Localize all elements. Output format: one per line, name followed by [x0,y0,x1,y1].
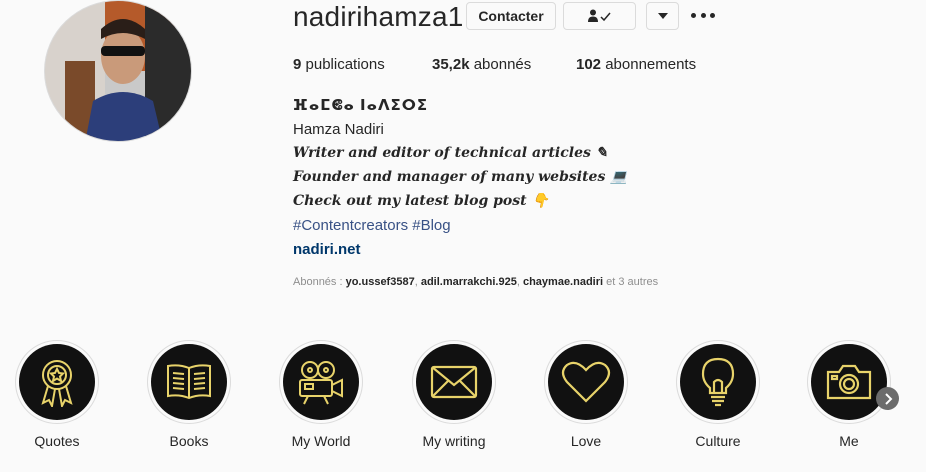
highlight-label: My writing [422,433,486,449]
highlight-culture[interactable]: Culture [673,340,763,449]
avatar-photo [45,1,191,141]
bio-website-link[interactable]: nadiri.net [293,241,361,258]
highlight-label: Books [169,433,209,449]
highlight-my-world[interactable]: My World [276,340,366,449]
open-book-icon [167,364,211,400]
caret-down-icon [657,13,668,19]
bio-line-1: Writer and editor of technical articles … [293,145,608,161]
profile-avatar[interactable] [44,0,192,142]
following-status-button[interactable] [563,2,636,30]
award-ribbon-icon [41,360,73,407]
followers-link[interactable]: 35,2k abonnés [432,56,531,73]
camera-icon [826,364,872,400]
bio-hashtags[interactable]: #Contentcreators #Blog [293,217,451,234]
followed-by-user[interactable]: chaymae.nadiri [523,276,603,288]
highlight-label: Quotes [34,433,80,449]
highlight-label: Me [839,433,859,449]
more-options-button[interactable] [691,5,715,25]
profile-username: nadirihamza1 [293,1,464,32]
heart-icon [561,361,611,403]
envelope-icon [430,365,478,399]
bio-line-2: Founder and manager of many websites 💻 [293,169,628,185]
followed-by[interactable]: Abonnés : yo.ussef3587, adil.marrakchi.9… [293,276,658,288]
followed-by-user[interactable]: yo.ussef3587 [346,276,415,288]
highlight-love[interactable]: Love [541,340,631,449]
posts-count: 9 publications [293,56,385,73]
highlights-next-button[interactable] [876,387,899,410]
highlight-label: My World [291,433,351,449]
more-options-icon [691,12,696,18]
person-check-icon [587,9,611,22]
highlight-label: Love [570,433,602,449]
bio-line-3: Check out my latest blog post 👇 [293,193,549,209]
highlight-books[interactable]: Books [144,340,234,449]
contact-button[interactable]: Contacter [466,2,556,30]
following-link[interactable]: 102 abonnements [576,56,696,73]
bio-tifinagh-name: ⴼⴰⵎⵞⴰ ⵏⴰⴷⵉⵔⵉ [293,97,429,114]
film-camera-icon [299,361,343,405]
followed-by-user[interactable]: adil.marrakchi.925 [421,276,517,288]
highlight-my-writing[interactable]: My writing [409,340,499,449]
bio-full-name: Hamza Nadiri [293,121,384,138]
suggestions-dropdown-button[interactable] [646,2,679,30]
highlight-label: Culture [695,433,741,449]
lightbulb-icon [701,357,735,407]
chevron-right-icon [884,392,892,405]
highlight-quotes[interactable]: Quotes [12,340,102,449]
